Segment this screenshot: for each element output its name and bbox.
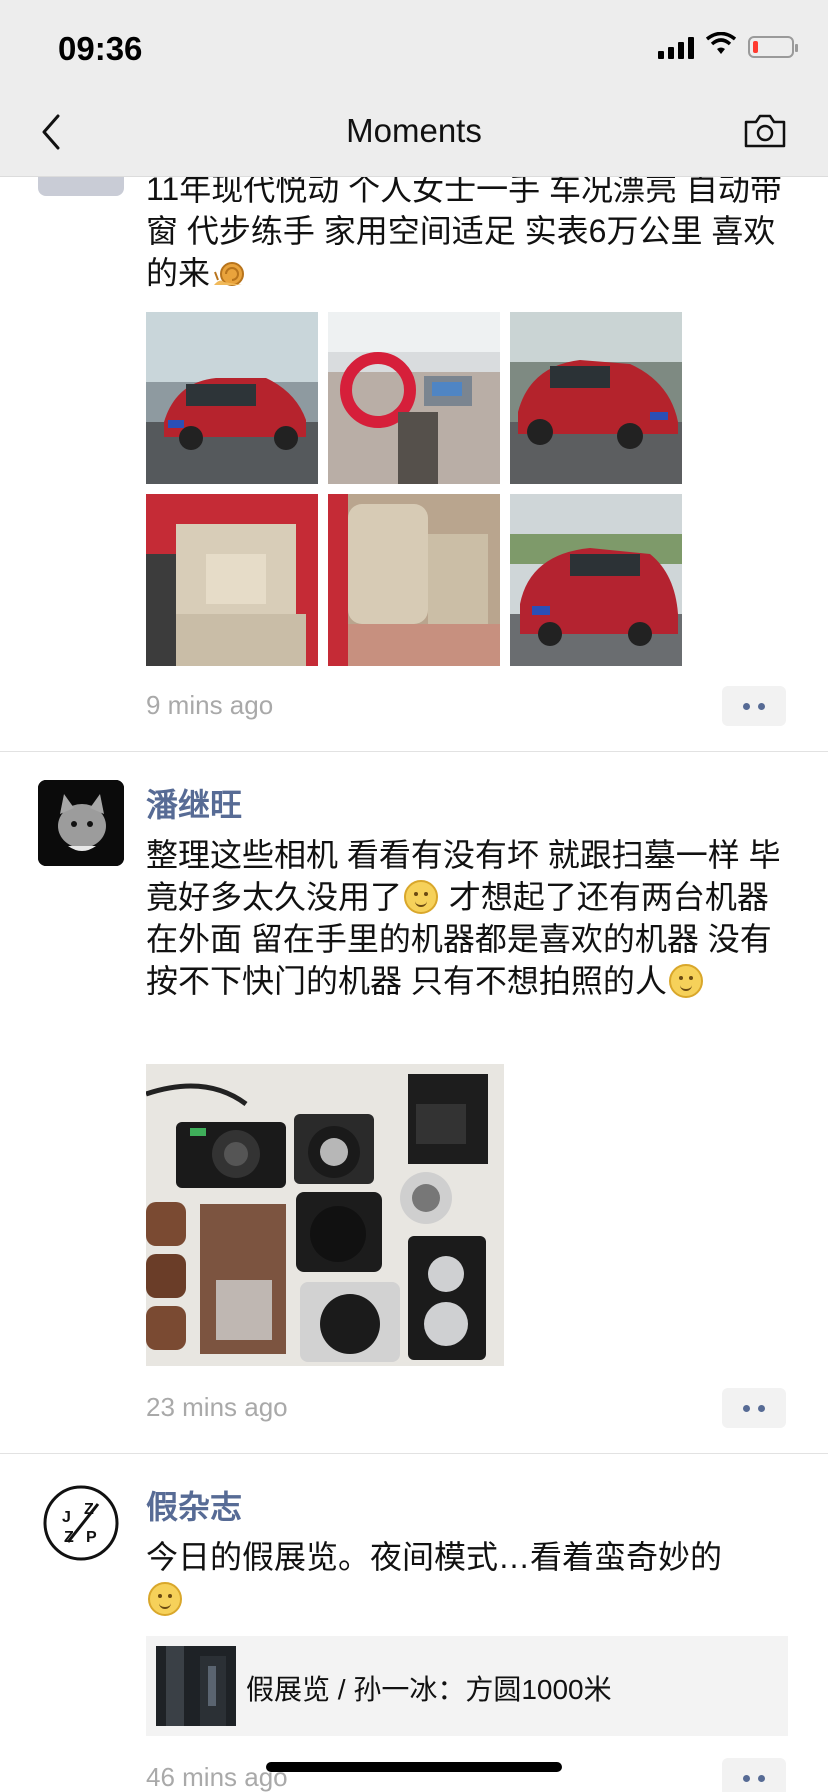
svg-text:Z: Z (64, 1529, 74, 1546)
post-photo[interactable] (146, 1064, 504, 1366)
post-divider (0, 751, 828, 752)
post-text: 11年现代悦动 个人女士一手 车况漂亮 自动带窗 代步练手 家用空间适足 实表6… (146, 171, 782, 291)
author-name[interactable]: 潘继旺 (146, 780, 242, 826)
awkward-emoji-icon (148, 1582, 182, 1616)
snail-emoji-icon (212, 256, 248, 286)
post-timestamp: 23 mins ago (146, 1392, 288, 1422)
battery-level (753, 40, 758, 53)
camera-button[interactable] (742, 110, 788, 150)
post-photo-3[interactable] (510, 312, 682, 484)
dot-icon (743, 1404, 750, 1412)
smile-emoji-icon (404, 880, 439, 914)
avatar[interactable] (38, 780, 124, 866)
link-thumbnail (156, 1646, 236, 1726)
cellular-signal-icon (658, 35, 694, 59)
shared-link-card[interactable]: 假展览 / 孙一冰：方圆1000米 (146, 1636, 788, 1736)
dot-icon (758, 1404, 765, 1412)
post-divider (0, 1453, 828, 1454)
wifi-icon (705, 31, 737, 61)
moments-screen: 11年现代悦动 个人女士一手 车况漂亮 自动带窗 代步练手 家用空间适足 实表6… (0, 0, 828, 1792)
post-timestamp: 9 mins ago (146, 690, 274, 720)
post-photo-2[interactable] (328, 312, 500, 484)
svg-text:J: J (62, 1509, 71, 1526)
avatar[interactable]: J Z Z P (38, 1480, 124, 1566)
top-bar: 09:36 Moments (0, 0, 828, 177)
link-title: 假展览 / 孙一冰：方圆1000米 (246, 1674, 612, 1705)
home-indicator[interactable] (266, 1762, 562, 1772)
camera-icon (744, 114, 786, 148)
more-actions-button[interactable] (722, 686, 786, 726)
dot-icon (758, 702, 765, 710)
status-icons (658, 31, 798, 61)
post-photo-6[interactable] (510, 494, 682, 666)
post-photo-1[interactable] (146, 312, 318, 484)
author-name[interactable]: 假杂志 (146, 1482, 242, 1528)
dot-icon (758, 1774, 765, 1782)
battery-icon (748, 35, 798, 58)
svg-text:Z: Z (84, 1501, 94, 1518)
more-actions-button[interactable] (722, 1758, 786, 1792)
dot-icon (743, 1774, 750, 1782)
post-text: 今日的假展览。夜间模式…看着蛮奇妙的 (146, 1536, 796, 1620)
svg-text:P: P (86, 1529, 97, 1546)
page-title: Moments (346, 112, 482, 149)
more-actions-button[interactable] (722, 1388, 786, 1428)
post-photo-5[interactable] (328, 494, 500, 666)
dot-icon (743, 702, 750, 710)
smile-emoji-icon (668, 964, 703, 998)
post-photo-4[interactable] (146, 494, 318, 666)
status-time: 09:36 (58, 30, 143, 67)
post-text: 整理这些相机 看看有没有坏 就跟扫墓一样 毕竟好多太久没用了 才想起了还有两台机… (146, 837, 781, 999)
